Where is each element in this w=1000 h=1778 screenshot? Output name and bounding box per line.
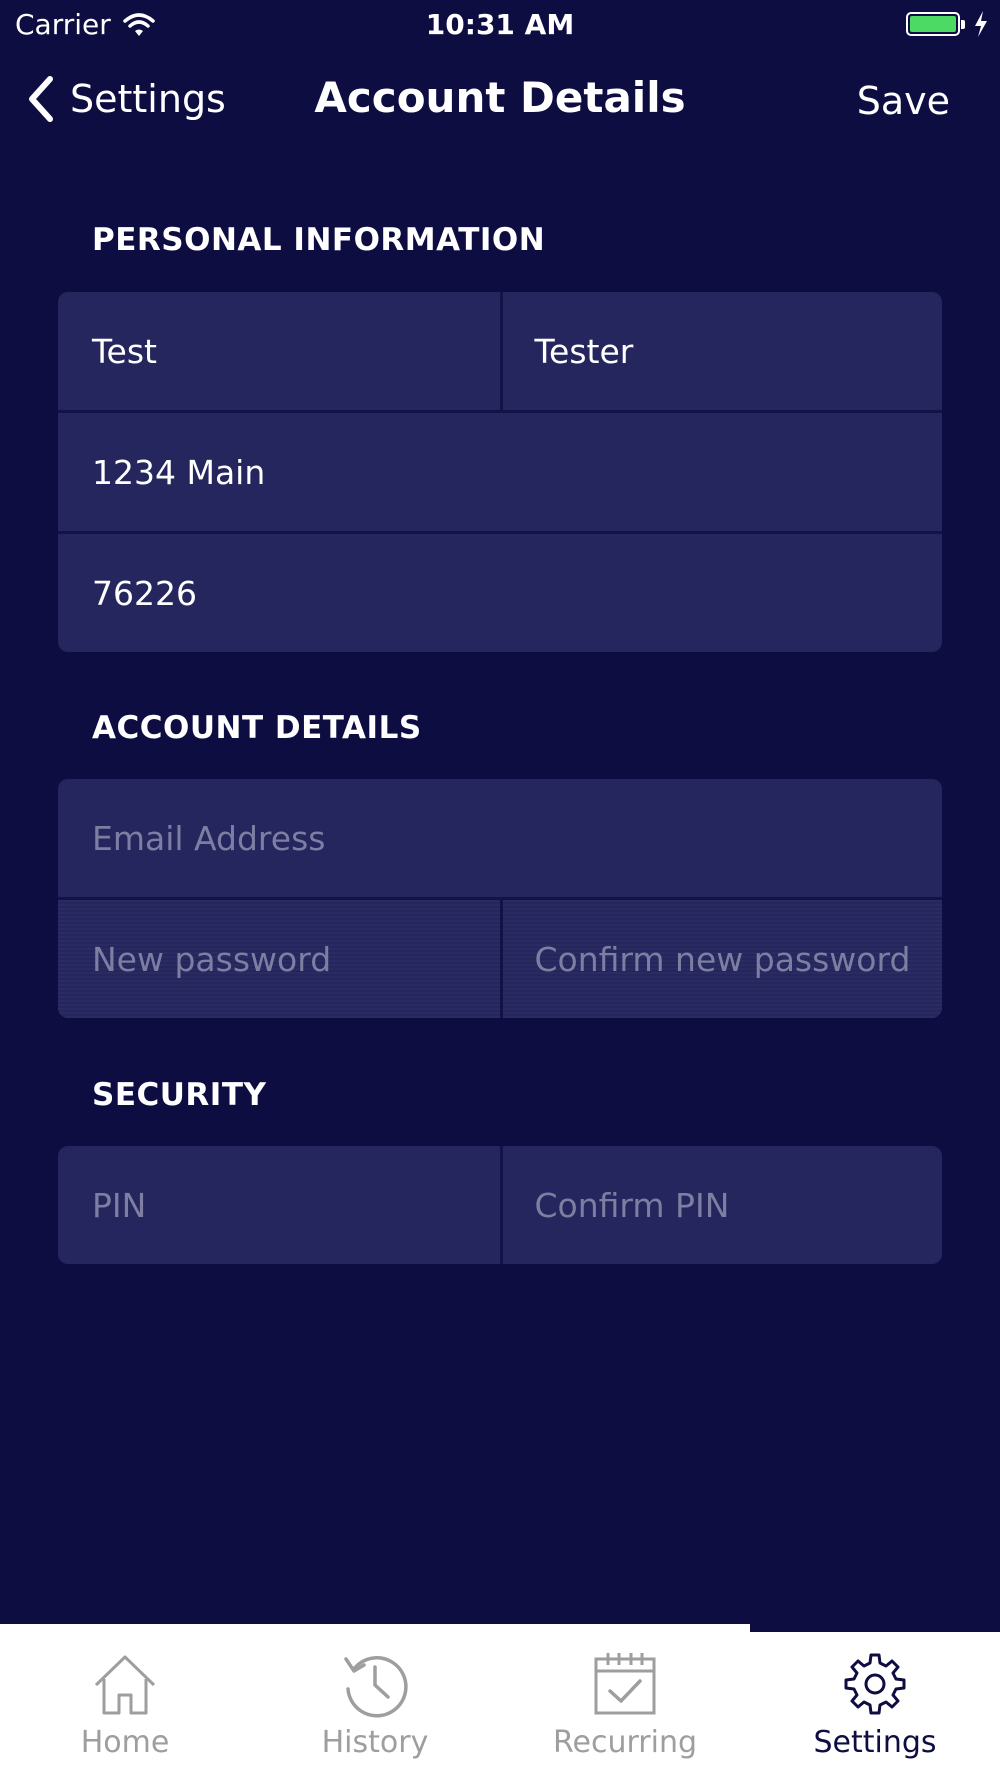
tab-settings-label: Settings xyxy=(813,1725,937,1760)
status-bar: Carrier 10:31 AM xyxy=(0,0,1000,50)
section-header-account-details: ACCOUNT DETAILS xyxy=(92,710,422,746)
zip-row: 76226 xyxy=(58,531,942,652)
last-name-field[interactable]: Tester xyxy=(499,292,943,410)
battery-tip xyxy=(961,20,965,29)
tab-home[interactable]: Home xyxy=(0,1649,250,1760)
name-row: Test Tester xyxy=(58,292,942,410)
email-row: Email Address xyxy=(58,779,942,897)
history-icon xyxy=(344,1656,408,1718)
charging-bolt-icon xyxy=(975,11,987,37)
calendar-check-icon xyxy=(594,1653,656,1715)
section-header-security: SECURITY xyxy=(92,1077,267,1113)
account-details-card: Email Address New password Confirm new p… xyxy=(58,779,942,1018)
battery-icon xyxy=(906,12,960,36)
gear-icon xyxy=(844,1653,906,1715)
tab-home-label: Home xyxy=(80,1725,170,1760)
home-icon xyxy=(94,1655,156,1715)
confirm-password-field[interactable]: Confirm new password xyxy=(499,900,943,1018)
tab-bar-top-accent xyxy=(750,1624,1000,1632)
address-field[interactable]: 1234 Main xyxy=(58,413,942,531)
security-card: PIN Confirm PIN xyxy=(58,1146,942,1264)
password-row: New password Confirm new password xyxy=(58,897,942,1018)
pin-row: PIN Confirm PIN xyxy=(58,1146,942,1264)
first-name-field[interactable]: Test xyxy=(58,292,500,410)
status-time: 10:31 AM xyxy=(425,8,575,41)
tab-history[interactable]: History xyxy=(250,1649,500,1760)
confirm-pin-field[interactable]: Confirm PIN xyxy=(499,1146,943,1264)
tab-history-label: History xyxy=(321,1725,429,1760)
new-password-field[interactable]: New password xyxy=(58,900,500,1018)
save-button[interactable]: Save xyxy=(857,79,950,123)
email-field[interactable]: Email Address xyxy=(58,779,942,897)
zip-code-field[interactable]: 76226 xyxy=(58,534,942,652)
tab-bar: Home History Recurring Settings xyxy=(0,1624,1000,1778)
page-title: Account Details xyxy=(314,73,686,122)
pin-field[interactable]: PIN xyxy=(58,1146,500,1264)
tab-settings[interactable]: Settings xyxy=(750,1649,1000,1760)
navigation-bar: Settings Account Details Save xyxy=(0,55,1000,145)
personal-information-card: Test Tester 1234 Main 76226 xyxy=(58,292,942,652)
tab-recurring-label: Recurring xyxy=(553,1725,697,1760)
address-row: 1234 Main xyxy=(58,410,942,531)
tab-recurring[interactable]: Recurring xyxy=(500,1649,750,1760)
section-header-personal-information: PERSONAL INFORMATION xyxy=(92,222,546,258)
